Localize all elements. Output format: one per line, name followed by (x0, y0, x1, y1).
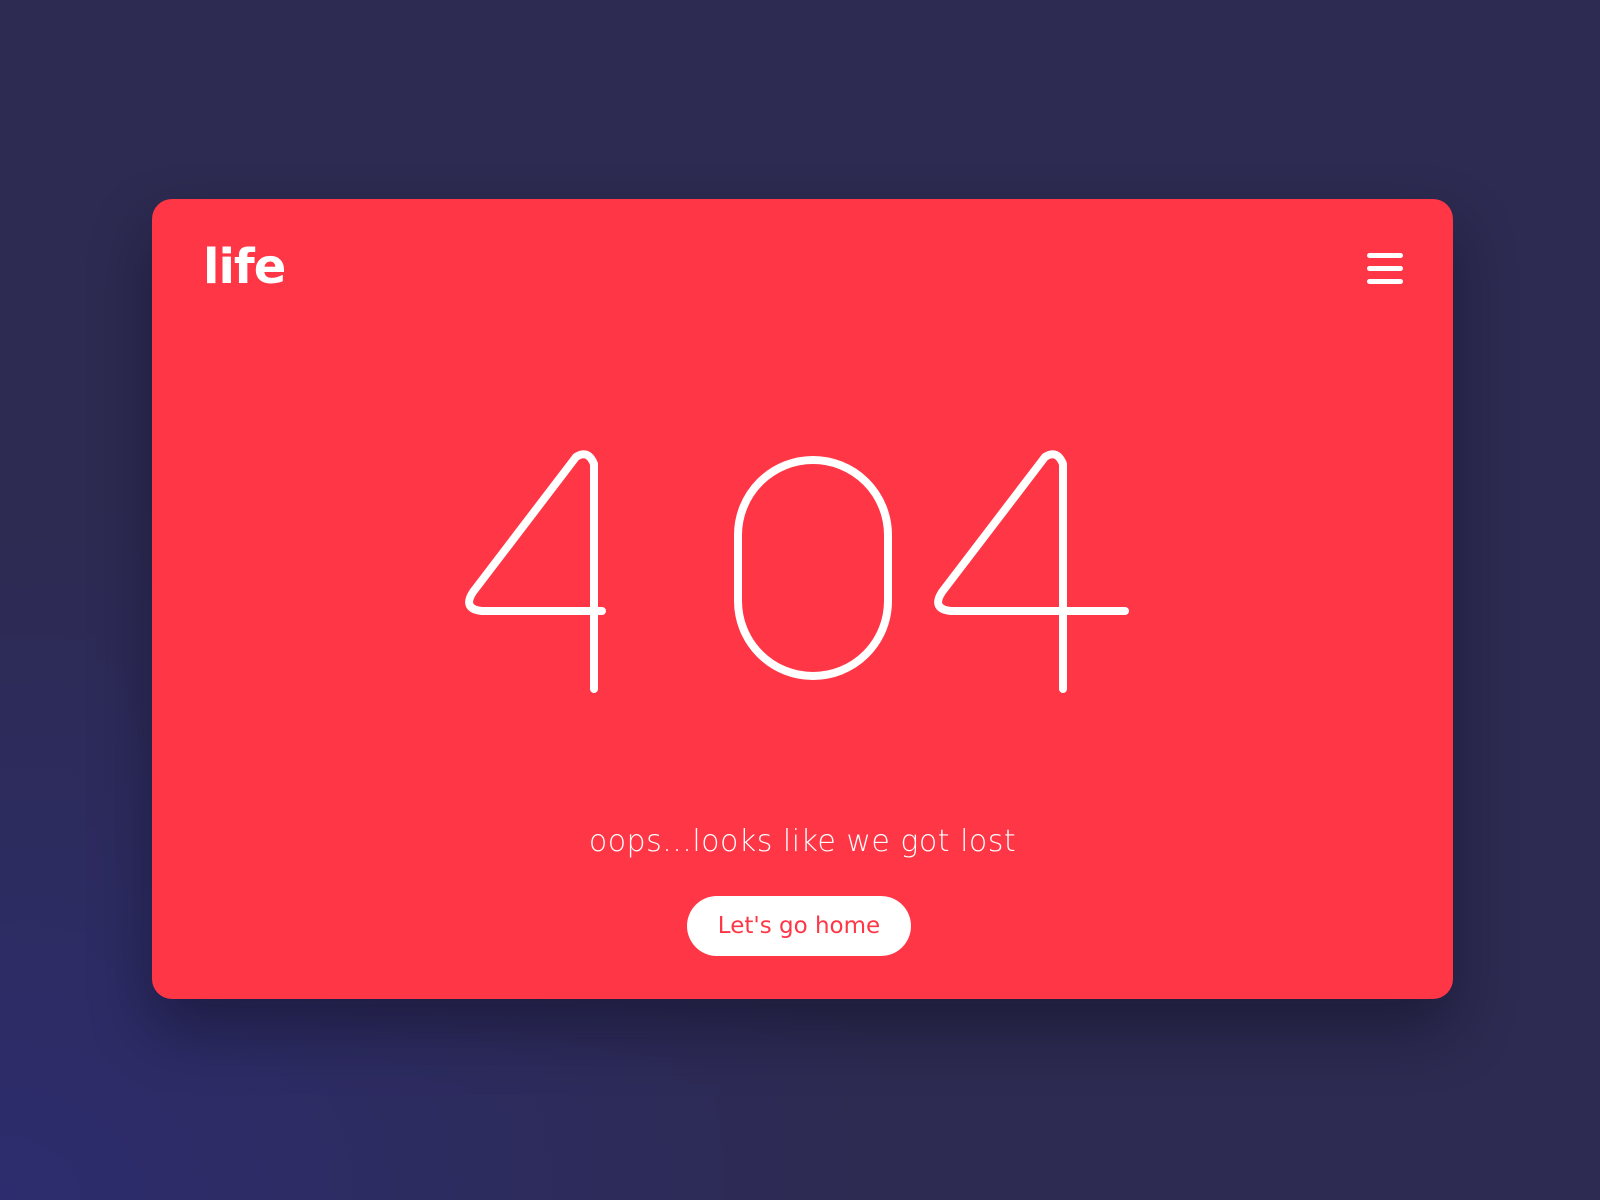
error-card: life oops...looks like we got lost Let's… (152, 199, 1453, 999)
digit-zero (734, 456, 892, 680)
error-message: oops...looks like we got lost (588, 824, 1017, 859)
go-home-button[interactable]: Let's go home (687, 896, 911, 956)
digit-four-right (934, 450, 1129, 693)
digit-four-left (465, 450, 606, 693)
error-code-404 (465, 450, 1129, 693)
